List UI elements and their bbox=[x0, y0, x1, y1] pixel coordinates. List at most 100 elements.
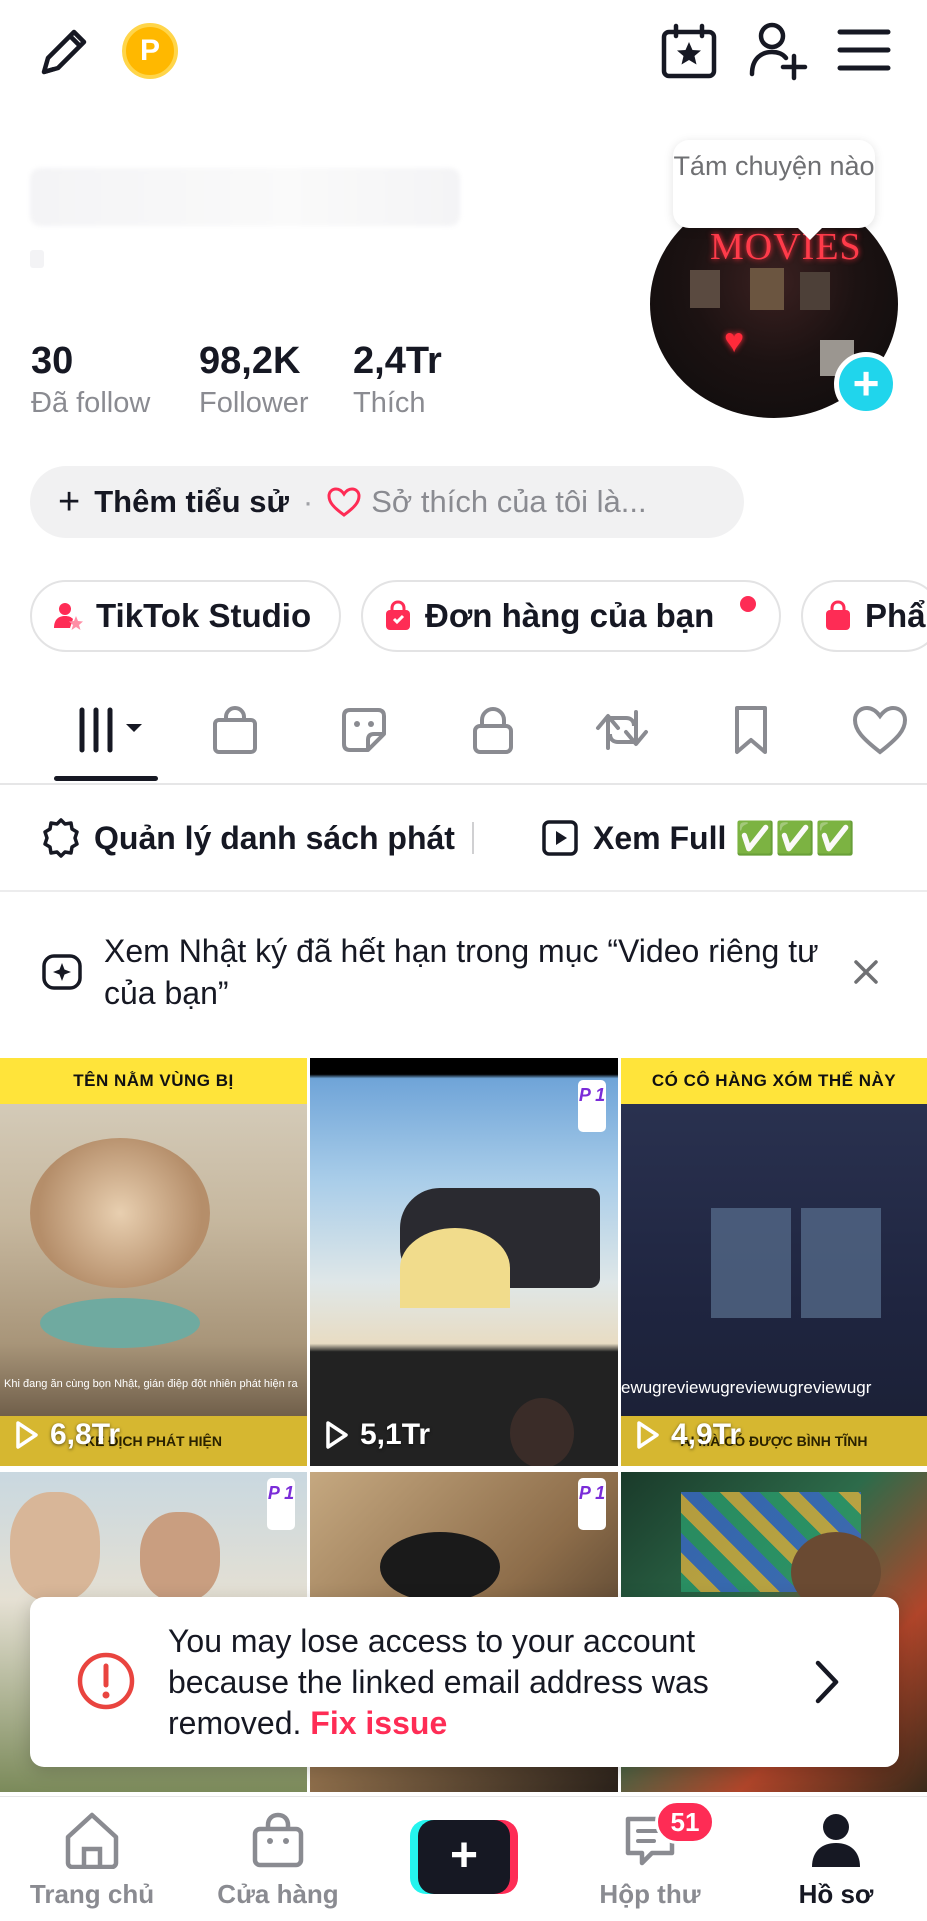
chip-products[interactable]: Phẩ bbox=[801, 580, 927, 652]
view-count-value: 4,9Tr bbox=[671, 1418, 742, 1451]
active-tab-indicator bbox=[54, 776, 158, 781]
stat-value: 98,2K bbox=[199, 340, 301, 382]
video-scene bbox=[380, 1532, 500, 1602]
video-scene bbox=[140, 1512, 220, 1602]
toast-message-block: You may lose access to your account beca… bbox=[168, 1621, 808, 1744]
video-caption-top: CÓ CÔ HÀNG XÓM THẾ NÀY bbox=[621, 1058, 927, 1104]
home-icon bbox=[62, 1811, 122, 1874]
alert-icon bbox=[76, 1651, 136, 1716]
video-tile[interactable]: CÓ CÔ HÀNG XÓM THẾ NÀY ewugreviewugrevie… bbox=[621, 1058, 927, 1466]
heart-outline-icon bbox=[327, 487, 361, 517]
tab-stickers[interactable] bbox=[334, 700, 394, 760]
chevron-right-icon[interactable] bbox=[812, 1659, 842, 1710]
tab-favorites[interactable] bbox=[721, 700, 781, 760]
stat-following[interactable]: 30 Đã follow bbox=[31, 340, 150, 420]
chip-label: TikTok Studio bbox=[96, 597, 312, 634]
add-bio-label: Thêm tiểu sử bbox=[94, 484, 289, 519]
shop-bag-icon bbox=[250, 1811, 306, 1874]
person-star-icon bbox=[52, 600, 84, 632]
play-outline-icon bbox=[16, 1421, 38, 1449]
inbox-badge: 51 bbox=[655, 1800, 715, 1844]
edit-pencil-icon[interactable] bbox=[34, 22, 94, 82]
add-friend-icon[interactable] bbox=[746, 18, 810, 82]
chip-label: Phẩ bbox=[865, 597, 926, 634]
part-badge: P 1 bbox=[578, 1080, 606, 1132]
playlist-xem-full[interactable]: Xem Full ✅✅✅ bbox=[541, 810, 855, 866]
interests-hint[interactable]: Sở thích của tôi là... bbox=[371, 484, 646, 520]
video-scene bbox=[711, 1208, 791, 1318]
diary-sparkle-icon bbox=[40, 950, 84, 999]
tab-shop[interactable] bbox=[205, 700, 265, 760]
part-badge: P 1 bbox=[267, 1478, 295, 1530]
plus-icon: + bbox=[58, 480, 81, 523]
play-outline-icon bbox=[637, 1421, 659, 1449]
view-count: 5,1Tr bbox=[324, 1418, 430, 1452]
play-square-icon bbox=[541, 819, 579, 857]
avatar-poster bbox=[800, 272, 830, 310]
calendar-star-icon[interactable] bbox=[658, 20, 720, 82]
nav-label: Trang chủ bbox=[29, 1879, 155, 1909]
nav-label: Hộp thư bbox=[599, 1879, 701, 1909]
neon-heart-icon: ♥ bbox=[724, 322, 745, 360]
divider bbox=[472, 822, 474, 854]
username-extra bbox=[30, 250, 44, 268]
add-avatar-button[interactable]: + bbox=[834, 352, 898, 416]
tab-liked[interactable] bbox=[850, 700, 910, 760]
video-tile[interactable]: P 1 5,1Tr bbox=[310, 1058, 618, 1466]
nav-label: Cửa hàng bbox=[217, 1879, 339, 1909]
video-subtitle: Khi đang ăn cùng bọn Nhật, gián điệp đột… bbox=[4, 1378, 298, 1390]
view-count: 6,8Tr bbox=[14, 1418, 120, 1452]
play-outline-icon bbox=[326, 1421, 348, 1449]
chip-tiktok-studio[interactable]: TikTok Studio bbox=[30, 580, 341, 652]
add-bio-pill[interactable]: + Thêm tiểu sử · Sở thích của tôi là... bbox=[30, 466, 744, 538]
stat-value: 2,4Tr bbox=[353, 340, 442, 382]
video-caption-top: TÊN NẰM VÙNG BỊ bbox=[0, 1058, 307, 1104]
gear-icon bbox=[40, 817, 82, 859]
tab-private[interactable] bbox=[463, 700, 523, 760]
close-icon[interactable] bbox=[852, 958, 880, 991]
divider bbox=[0, 783, 927, 785]
stat-likes[interactable]: 2,4Tr Thích bbox=[353, 340, 442, 420]
manage-playlists-label: Quản lý danh sách phát bbox=[94, 819, 455, 856]
view-count: 4,9Tr bbox=[635, 1418, 741, 1452]
avatar-tooltip[interactable]: Tám chuyện nào bbox=[673, 140, 875, 240]
part-badge: P 1 bbox=[578, 1478, 606, 1530]
nav-home[interactable]: Trang chủ bbox=[2, 1797, 182, 1921]
divider bbox=[0, 890, 927, 892]
avatar-poster bbox=[690, 270, 720, 308]
create-button[interactable]: + bbox=[410, 1820, 518, 1894]
view-count-value: 5,1Tr bbox=[360, 1418, 431, 1451]
nav-label: Hồ sơ bbox=[798, 1879, 874, 1909]
video-scene bbox=[510, 1398, 574, 1466]
stat-label: Thích bbox=[353, 387, 426, 419]
video-scene bbox=[801, 1208, 881, 1318]
watermark-text: ewugreviewugreviewugreviewugr bbox=[621, 1378, 872, 1397]
bio-separator: · bbox=[302, 484, 314, 519]
profile-icon bbox=[808, 1811, 864, 1874]
stat-label: Follower bbox=[199, 387, 309, 419]
manage-playlists-button[interactable]: Quản lý danh sách phát bbox=[40, 810, 455, 866]
nav-profile[interactable]: Hồ sơ bbox=[746, 1797, 926, 1921]
stat-label: Đã follow bbox=[31, 387, 151, 419]
menu-icon[interactable] bbox=[836, 26, 892, 74]
coin-icon[interactable]: P bbox=[122, 23, 178, 79]
chip-label: Đơn hàng của bạn bbox=[425, 597, 715, 634]
playlist-label: Xem Full ✅✅✅ bbox=[593, 820, 855, 856]
plus-icon: + bbox=[418, 1820, 510, 1894]
tab-videos[interactable] bbox=[76, 700, 156, 760]
stat-followers[interactable]: 98,2K Follower bbox=[199, 340, 309, 420]
avatar-neon-text: MOVIES bbox=[710, 226, 862, 268]
fix-issue-link[interactable]: Fix issue bbox=[310, 1705, 447, 1741]
chip-orders[interactable]: Đơn hàng của bạn bbox=[361, 580, 781, 652]
expired-diary-notice[interactable]: Xem Nhật ký đã hết hạn trong mục “Video … bbox=[104, 930, 844, 1014]
shopping-bag-icon bbox=[823, 600, 853, 632]
add-bio-button[interactable]: + Thêm tiểu sử bbox=[58, 481, 289, 524]
email-warning-toast[interactable]: You may lose access to your account beca… bbox=[30, 1597, 899, 1767]
avatar-poster bbox=[750, 268, 784, 310]
notification-dot bbox=[740, 596, 756, 612]
tab-reposts[interactable] bbox=[592, 700, 652, 760]
nav-shop[interactable]: Cửa hàng bbox=[188, 1797, 368, 1921]
stat-value: 30 bbox=[31, 340, 74, 382]
video-tile[interactable]: TÊN NẰM VÙNG BỊ Khi đang ăn cùng bọn Nhậ… bbox=[0, 1058, 307, 1466]
username-blurred bbox=[30, 168, 460, 226]
